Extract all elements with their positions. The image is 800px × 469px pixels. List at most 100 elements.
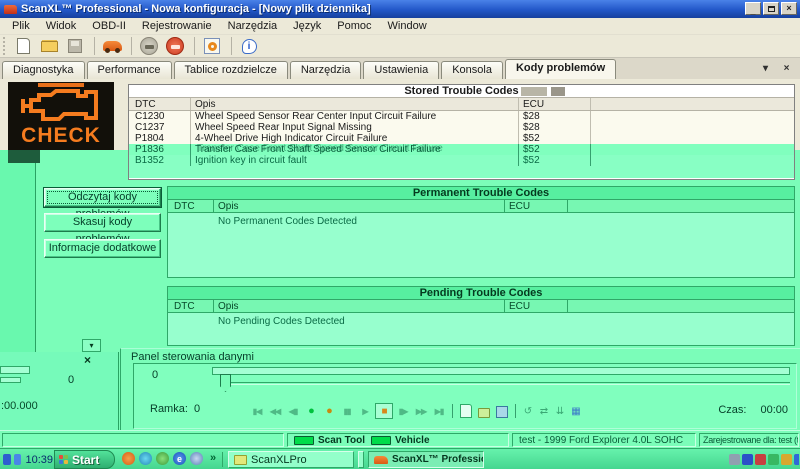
tab-diagnostyka[interactable]: Diagnostyka xyxy=(2,61,85,79)
pending-codes-header: DTC Opis ECU xyxy=(168,300,794,313)
progress-track[interactable] xyxy=(212,367,790,375)
quick-launch-overflow[interactable]: » xyxy=(210,452,216,464)
tray-app-icon[interactable] xyxy=(14,454,22,465)
slider-value: 0 xyxy=(152,369,158,381)
glitch-window-fragment: × 0 :00.000 xyxy=(0,352,119,430)
tray-app-icon[interactable] xyxy=(3,454,11,465)
table-row[interactable]: C1230 Wheel Speed Sensor Rear Center Inp… xyxy=(129,111,794,122)
read-codes-button[interactable]: Odczytaj kody problemów xyxy=(44,188,161,207)
transfer-button[interactable]: ⇄ xyxy=(537,404,551,418)
tab-performance[interactable]: Performance xyxy=(87,61,172,79)
menu-window[interactable]: Window xyxy=(380,19,435,33)
skip-end-button[interactable]: ▶▮ xyxy=(431,404,447,419)
info-button[interactable]: i xyxy=(237,36,261,57)
grid-view-button[interactable]: ▦ xyxy=(569,404,583,418)
cell-ecu: $52 xyxy=(519,155,591,166)
pause-button[interactable]: ▮▮ xyxy=(339,404,355,419)
fast-forward-button[interactable]: ▶▶ xyxy=(413,404,429,419)
messenger-icon[interactable] xyxy=(156,452,169,465)
disconnect-button[interactable] xyxy=(163,36,187,57)
tab-narzedzia[interactable]: Narzędzia xyxy=(290,61,362,79)
tray-device-icon[interactable] xyxy=(729,454,740,465)
close-button[interactable]: × xyxy=(781,2,797,15)
layout-button[interactable] xyxy=(200,36,224,57)
menu-widok[interactable]: Widok xyxy=(38,19,85,33)
tab-konsola[interactable]: Konsola xyxy=(441,61,503,79)
permanent-codes-header: DTC Opis ECU xyxy=(168,200,794,213)
undo-button[interactable]: ↺ xyxy=(521,404,535,418)
download-button[interactable]: ⇊ xyxy=(553,404,567,418)
step-forward-button[interactable]: ▮▶ xyxy=(395,404,411,419)
menu-jezyk[interactable]: Język xyxy=(285,19,329,33)
restore-button[interactable] xyxy=(763,2,779,15)
media-player-icon[interactable] xyxy=(190,452,203,465)
slider-thumb[interactable] xyxy=(220,374,231,392)
menu-narzedzia[interactable]: Narzędzia xyxy=(220,19,286,33)
scan-tool-led xyxy=(294,436,314,445)
glitch-dropdown-fragment: ▾ xyxy=(82,339,101,352)
transport-controls: ▮◀ ◀◀ ◀▮ ● ● ▮▮ ▶ ■ ▮▶ ▶▶ ▶▮ ↺ xyxy=(249,402,583,420)
record-icon: ● xyxy=(308,405,314,417)
column-ecu: ECU xyxy=(505,200,568,212)
tray-mute-icon[interactable] xyxy=(755,454,766,465)
tray-status-icon[interactable] xyxy=(768,454,779,465)
marker-button[interactable]: ● xyxy=(321,404,337,419)
tray-clipped-icon[interactable] xyxy=(794,454,799,465)
additional-info-button[interactable]: Informacje dodatkowe xyxy=(44,239,161,258)
ie-icon[interactable]: e xyxy=(173,452,186,465)
tray-volume-icon[interactable] xyxy=(781,454,792,465)
grid-view-icon: ▦ xyxy=(571,406,580,417)
column-dtc: DTC xyxy=(168,200,214,212)
table-row[interactable]: P1836 Transfer Case Front Shaft Speed Se… xyxy=(129,144,794,155)
connect-button[interactable] xyxy=(137,36,161,57)
download-icon: ⇊ xyxy=(556,406,564,417)
column-ecu: ECU xyxy=(519,98,591,110)
menu-plik[interactable]: Plik xyxy=(4,19,38,33)
new-file-button[interactable] xyxy=(11,36,35,57)
skip-start-button[interactable]: ▮◀ xyxy=(249,404,265,419)
record-button[interactable]: ● xyxy=(303,404,319,419)
tab-ustawienia[interactable]: Ustawienia xyxy=(363,61,439,79)
menu-rejestrowanie[interactable]: Rejestrowanie xyxy=(134,19,220,33)
restore-icon xyxy=(768,6,775,12)
table-row[interactable]: C1237 Wheel Speed Rear Input Signal Miss… xyxy=(129,122,794,133)
registered-to: Zarejestrowane dla: test (test) xyxy=(700,435,799,445)
transfer-icon: ⇄ xyxy=(540,406,548,417)
tab-tablice-rozdzielcze[interactable]: Tablice rozdzielcze xyxy=(174,61,288,79)
toolbar-grip[interactable] xyxy=(3,37,6,55)
tab-kody-problemow[interactable]: Kody problemów xyxy=(505,59,616,79)
minimize-button[interactable]: _ xyxy=(745,2,761,15)
vehicle-button[interactable] xyxy=(100,36,124,57)
close-icon: × xyxy=(84,354,91,366)
open-file-button[interactable] xyxy=(37,36,61,57)
tray-network-icon[interactable] xyxy=(742,454,753,465)
task-button-label: ScanXL™ Professional... xyxy=(392,454,484,465)
open-log-button[interactable] xyxy=(476,404,492,419)
save-file-button[interactable] xyxy=(63,36,87,57)
table-row[interactable]: B1352 Ignition key in circuit fault $52 xyxy=(129,155,794,166)
toolbar-separator xyxy=(231,37,232,55)
skip-end-icon: ▶▮ xyxy=(435,407,444,416)
firefox-icon[interactable] xyxy=(122,452,135,465)
task-button-scanxl-app[interactable]: ScanXL™ Professional... xyxy=(368,451,484,468)
save-log-button[interactable] xyxy=(494,404,510,419)
taskbar-clock: 10:39 xyxy=(25,454,53,466)
play-button[interactable]: ▶ xyxy=(357,404,373,419)
start-button[interactable]: Start xyxy=(54,450,115,469)
new-log-button[interactable] xyxy=(458,404,474,419)
slider-channel[interactable] xyxy=(222,382,790,385)
rewind-button[interactable]: ◀◀ xyxy=(267,404,283,419)
tab-close-button[interactable]: × xyxy=(779,61,794,75)
menu-pomoc[interactable]: Pomoc xyxy=(329,19,379,33)
app-car-icon xyxy=(4,5,17,14)
time-value: 00:00 xyxy=(760,404,788,416)
tab-dropdown-button[interactable]: ▾ xyxy=(758,61,773,75)
stop-button[interactable]: ■ xyxy=(375,403,393,419)
glitch-value: 0 xyxy=(68,374,74,386)
clear-codes-button[interactable]: Skasuj kody problemów xyxy=(44,213,161,232)
media-app-icon[interactable] xyxy=(139,452,152,465)
menu-obd2[interactable]: OBD-II xyxy=(84,19,134,33)
task-button-scanxlpro[interactable]: ScanXLPro xyxy=(228,451,354,468)
step-back-button[interactable]: ◀▮ xyxy=(285,404,301,419)
table-row[interactable]: P1804 4-Wheel Drive High Indicator Circu… xyxy=(129,133,794,144)
